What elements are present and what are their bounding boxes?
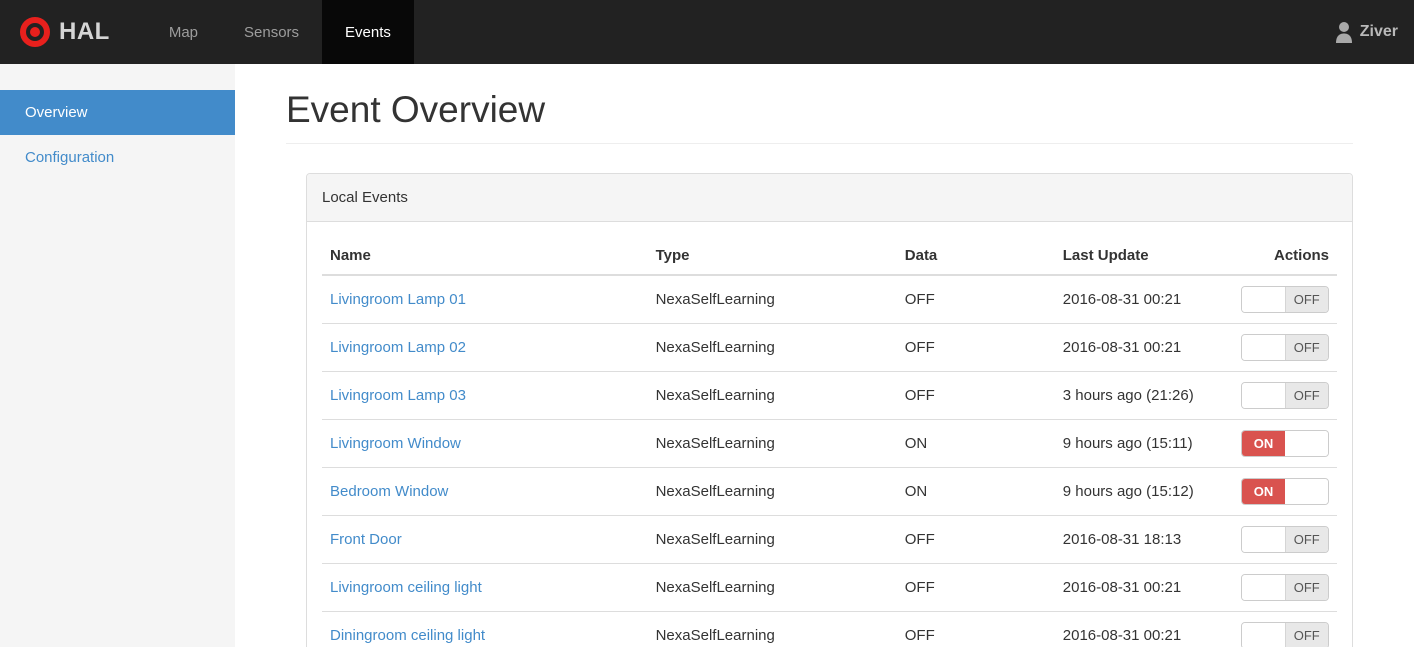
column-header-name: Name (322, 236, 648, 276)
toggle-handle (1242, 622, 1285, 647)
device-type: NexaSelfLearning (647, 611, 897, 647)
toggle-handle (1242, 526, 1285, 552)
toggle-handle (1242, 334, 1285, 360)
column-header-last-update: Last Update (1054, 236, 1233, 276)
local-events-panel: Local Events Name Type Data Last Update … (306, 172, 1353, 647)
user-icon (1335, 22, 1352, 43)
device-last-update: 2016-08-31 18:13 (1054, 515, 1233, 564)
top-navbar: HAL Map Sensors Events Ziver (0, 0, 1414, 64)
device-data-value: OFF (896, 371, 1055, 420)
nav-item-sensors[interactable]: Sensors (221, 0, 322, 64)
device-last-update: 9 hours ago (15:11) (1054, 419, 1233, 468)
device-data-value: OFF (896, 611, 1055, 647)
toggle-off-label: OFF (1284, 526, 1328, 552)
table-row: Livingroom ceiling light NexaSelfLearnin… (322, 563, 1337, 612)
toggle-handle (1285, 430, 1328, 456)
events-table: Name Type Data Last Update Actions Livin… (322, 236, 1337, 647)
toggle-on-label: ON (1242, 430, 1285, 456)
toggle-off-label: OFF (1284, 622, 1328, 647)
table-header-row: Name Type Data Last Update Actions (322, 236, 1337, 276)
device-data-value: ON (896, 419, 1055, 468)
toggle-off-label: OFF (1284, 574, 1328, 600)
device-last-update: 2016-08-31 00:21 (1054, 274, 1233, 324)
table-row: Livingroom Window NexaSelfLearning ON 9 … (322, 419, 1337, 468)
device-type: NexaSelfLearning (647, 419, 897, 468)
device-type: NexaSelfLearning (647, 274, 897, 324)
toggle-handle (1242, 286, 1285, 312)
device-name-link[interactable]: Livingroom Lamp 03 (330, 387, 466, 404)
nav-item-map[interactable]: Map (146, 0, 221, 64)
device-type: NexaSelfLearning (647, 515, 897, 564)
panel-body: Name Type Data Last Update Actions Livin… (307, 222, 1352, 647)
table-row: Livingroom Lamp 03 NexaSelfLearning OFF … (322, 371, 1337, 420)
device-last-update: 2016-08-31 00:21 (1054, 563, 1233, 612)
table-row: Diningroom ceiling light NexaSelfLearnin… (322, 611, 1337, 647)
device-last-update: 9 hours ago (15:12) (1054, 467, 1233, 516)
toggle-handle (1285, 478, 1328, 504)
device-toggle-switch[interactable]: ON OFF (1241, 333, 1329, 361)
device-toggle-switch[interactable]: ON OFF (1241, 621, 1329, 647)
device-toggle-switch[interactable]: ON (1241, 477, 1329, 505)
column-header-type: Type (647, 236, 897, 276)
device-type: NexaSelfLearning (647, 371, 897, 420)
device-last-update: 3 hours ago (21:26) (1054, 371, 1233, 420)
toggle-handle (1242, 382, 1285, 408)
brand[interactable]: HAL (0, 0, 128, 64)
nav-item-events[interactable]: Events (322, 0, 414, 64)
table-row: Livingroom Lamp 01 NexaSelfLearning OFF … (322, 274, 1337, 324)
device-name-link[interactable]: Livingroom Lamp 01 (330, 291, 466, 308)
device-type: NexaSelfLearning (647, 563, 897, 612)
user-name: Ziver (1359, 23, 1398, 40)
device-toggle-switch[interactable]: ON OFF (1241, 525, 1329, 553)
panel-title: Local Events (307, 173, 1352, 222)
device-data-value: OFF (896, 323, 1055, 372)
sidebar-item-configuration[interactable]: Configuration (0, 135, 235, 180)
device-data-value: OFF (896, 563, 1055, 612)
device-name-link[interactable]: Livingroom Lamp 02 (330, 339, 466, 356)
navbar-menu: Map Sensors Events (146, 0, 414, 64)
hal-logo-icon (20, 17, 50, 47)
device-last-update: 2016-08-31 00:21 (1054, 323, 1233, 372)
user-menu[interactable]: Ziver (1334, 21, 1398, 43)
device-type: NexaSelfLearning (647, 467, 897, 516)
device-data-value: OFF (896, 274, 1055, 324)
device-toggle-switch[interactable]: ON OFF (1241, 573, 1329, 601)
device-name-link[interactable]: Livingroom ceiling light (330, 579, 482, 596)
brand-label: HAL (59, 18, 110, 45)
column-header-data: Data (896, 236, 1055, 276)
device-last-update: 2016-08-31 00:21 (1054, 611, 1233, 647)
sidebar-item-overview[interactable]: Overview (0, 90, 235, 135)
device-data-value: ON (896, 467, 1055, 516)
navbar-right: Ziver (1334, 0, 1414, 64)
device-data-value: OFF (896, 515, 1055, 564)
toggle-off-label: OFF (1284, 382, 1328, 408)
column-header-actions: Actions (1233, 236, 1337, 276)
toggle-handle (1242, 574, 1285, 600)
page-title: Event Overview (286, 89, 546, 130)
table-row: Front Door NexaSelfLearning OFF 2016-08-… (322, 515, 1337, 564)
device-name-link[interactable]: Diningroom ceiling light (330, 627, 485, 644)
table-row: Livingroom Lamp 02 NexaSelfLearning OFF … (322, 323, 1337, 372)
device-type: NexaSelfLearning (647, 323, 897, 372)
device-toggle-switch[interactable]: ON OFF (1241, 285, 1329, 313)
device-name-link[interactable]: Front Door (330, 531, 402, 548)
main-content: Event Overview Local Events Name Type Da… (235, 64, 1414, 647)
toggle-off-label: OFF (1284, 334, 1328, 360)
device-name-link[interactable]: Livingroom Window (330, 435, 461, 452)
page-header: Event Overview (286, 89, 1353, 144)
device-toggle-switch[interactable]: ON OFF (1241, 381, 1329, 409)
device-name-link[interactable]: Bedroom Window (330, 483, 448, 500)
device-toggle-switch[interactable]: ON (1241, 429, 1329, 457)
toggle-on-label: ON (1242, 478, 1285, 504)
table-row: Bedroom Window NexaSelfLearning ON 9 hou… (322, 467, 1337, 516)
toggle-off-label: OFF (1284, 286, 1328, 312)
sidebar: Overview Configuration (0, 64, 235, 647)
